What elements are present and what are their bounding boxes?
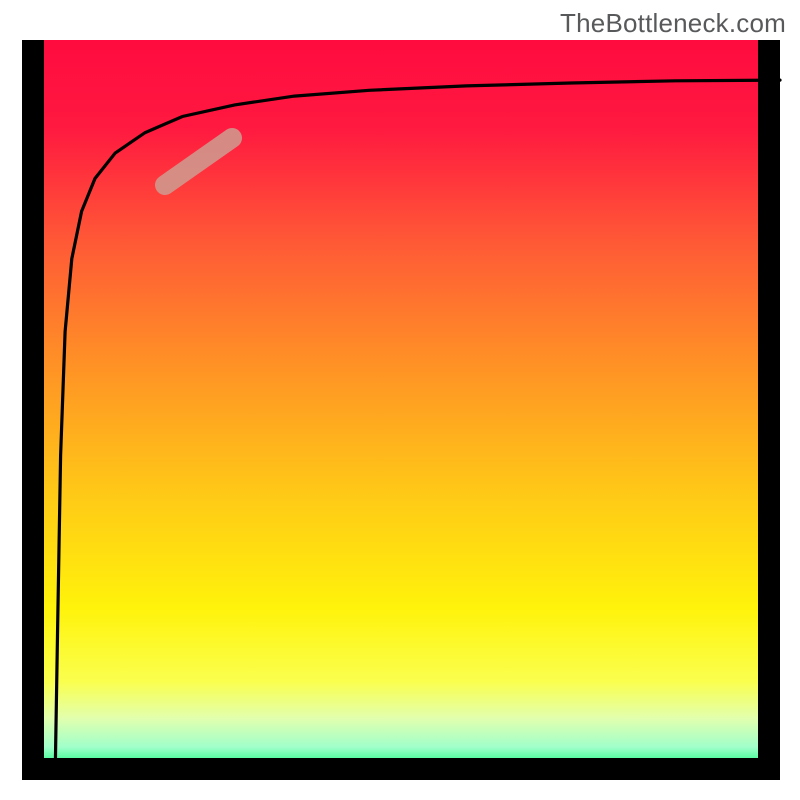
bottleneck-chart: TheBottleneck.com (0, 0, 800, 800)
attribution-label: TheBottleneck.com (560, 8, 786, 39)
chart-svg (0, 0, 800, 800)
plot-background (33, 40, 780, 769)
